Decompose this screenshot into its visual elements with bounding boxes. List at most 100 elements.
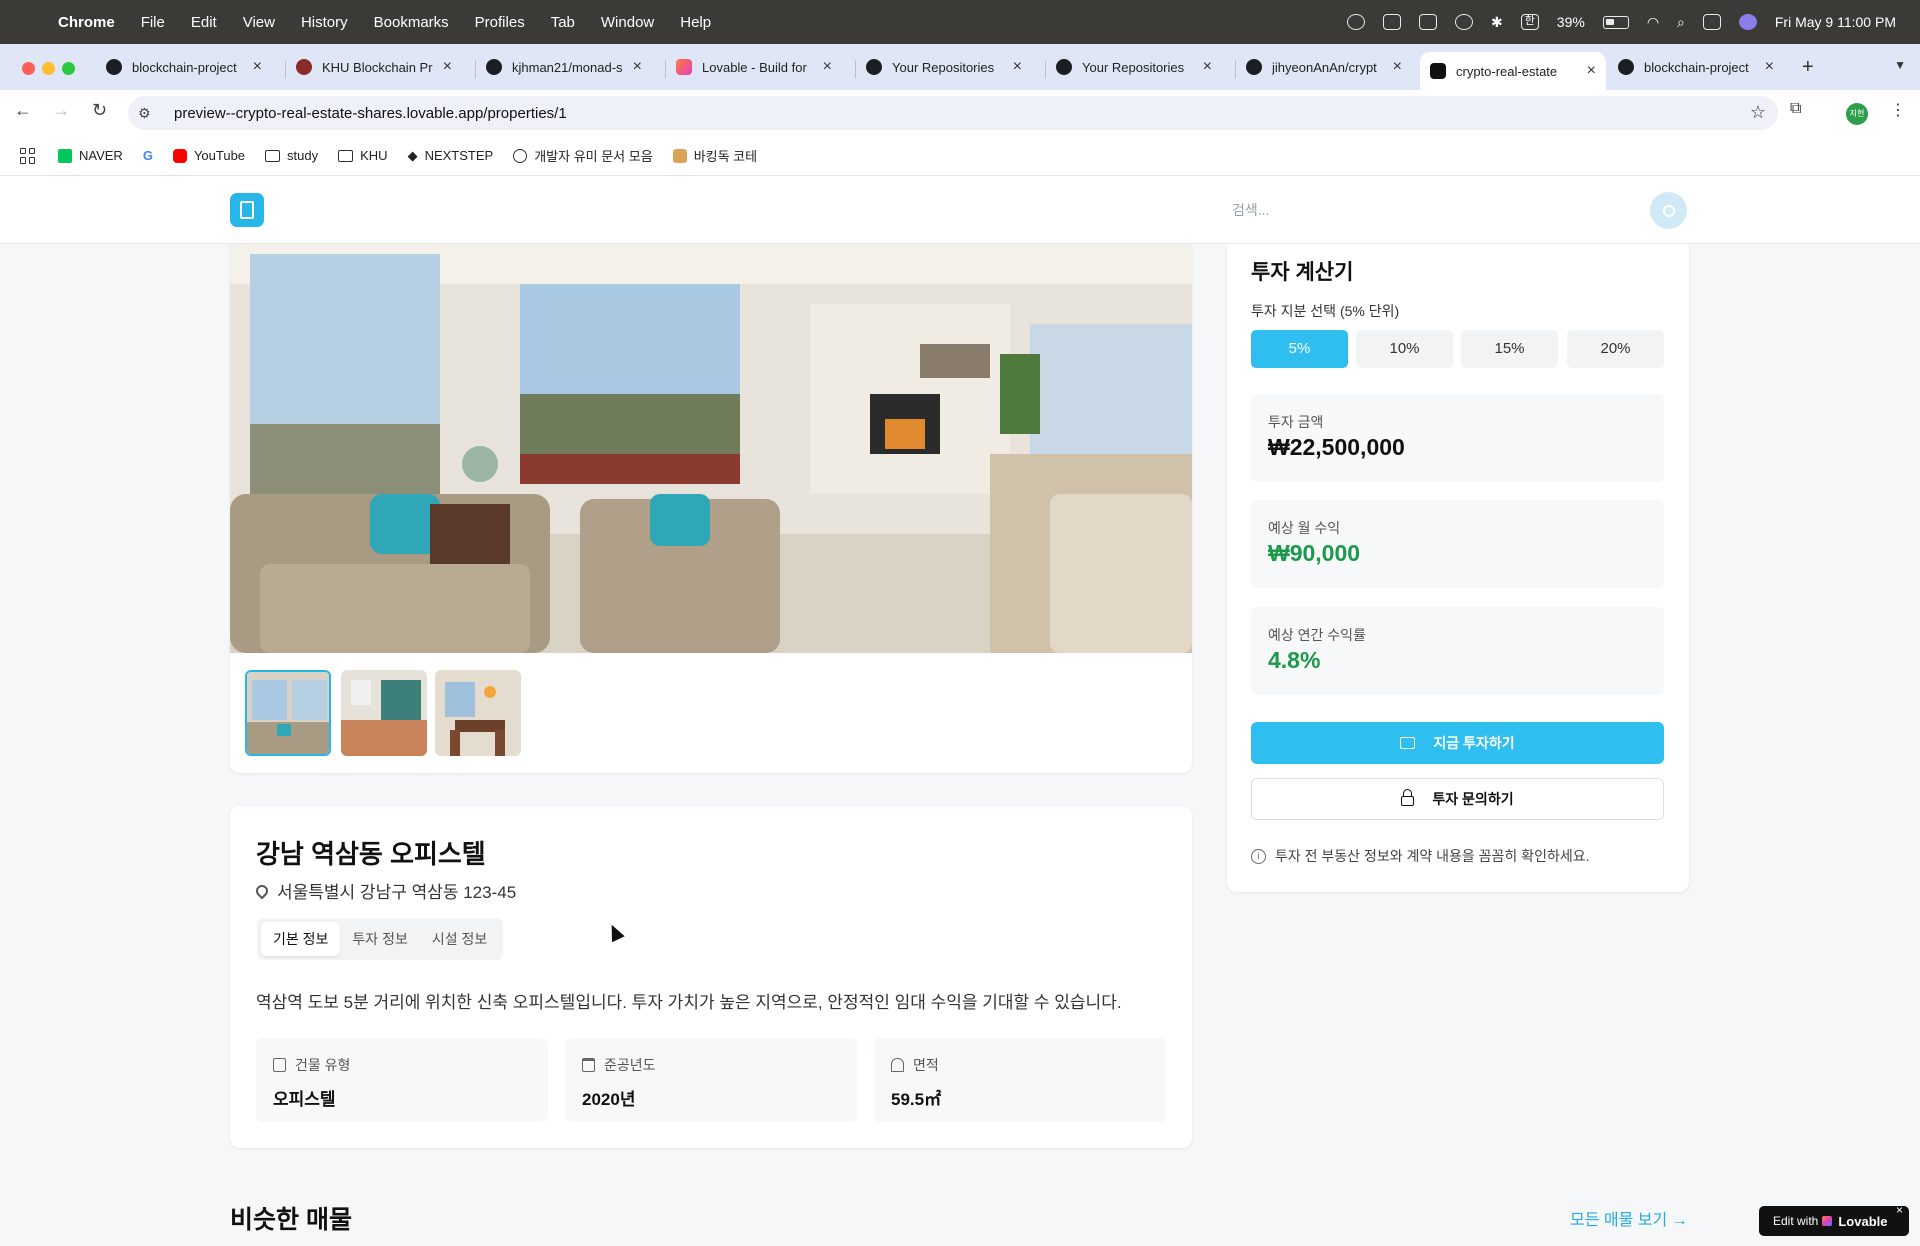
siri-icon[interactable]	[1738, 14, 1757, 30]
url-text[interactable]: preview--crypto-real-estate-shares.lovab…	[174, 105, 567, 122]
macos-menubar: Chrome File Edit View History Bookmarks …	[0, 0, 1920, 44]
control-center-icon[interactable]	[1702, 14, 1721, 30]
barkingdog-icon	[672, 148, 687, 163]
tab-investment-info[interactable]: 투자 정보	[340, 922, 419, 956]
naver-icon	[58, 148, 72, 163]
user-avatar[interactable]	[1650, 192, 1687, 229]
bookmark-naver[interactable]: NAVER	[58, 148, 123, 163]
site-settings-icon[interactable]: ⚙	[138, 105, 158, 122]
browser-tab[interactable]: Your Repositories ×	[856, 50, 1032, 84]
browser-tab[interactable]: kjhman21/monad-s ×	[476, 50, 652, 84]
apps-grid-icon[interactable]	[20, 147, 36, 164]
nextstep-icon: ◆	[407, 147, 418, 163]
wifi-icon[interactable]: ◠	[1647, 14, 1659, 31]
zoom-window-button[interactable]	[62, 62, 75, 75]
close-tab-icon[interactable]: ×	[633, 58, 642, 76]
browser-tab[interactable]: blockchain-project ×	[96, 50, 272, 84]
share-select-label: 투자 지분 선택 (5% 단위)	[1251, 303, 1400, 319]
close-tab-icon[interactable]: ×	[1765, 58, 1774, 76]
site-search-input[interactable]: 검색...	[1232, 200, 1269, 220]
close-badge-icon[interactable]: ×	[1896, 1203, 1903, 1217]
menu-window[interactable]: Window	[601, 14, 654, 31]
share-option-5[interactable]: 5%	[1251, 330, 1348, 368]
tab-search-icon[interactable]: ▼	[1894, 58, 1906, 72]
reload-icon[interactable]: ↻	[92, 100, 107, 121]
share-option-15[interactable]: 15%	[1461, 330, 1558, 368]
invest-now-label: 지금 투자하기	[1433, 735, 1515, 751]
play-icon[interactable]	[1455, 14, 1474, 30]
address-bar[interactable]: ⚙ preview--crypto-real-estate-shares.lov…	[128, 96, 1778, 130]
close-tab-icon[interactable]: ×	[1393, 58, 1402, 76]
close-tab-icon[interactable]: ×	[253, 58, 262, 76]
input-source-icon[interactable]: 한	[1520, 14, 1539, 30]
tab-title: kjhman21/monad-s	[512, 59, 623, 75]
lovable-logo-icon	[1822, 1216, 1833, 1226]
tab-facility-info[interactable]: 시설 정보	[420, 922, 499, 956]
badge-text: Edit with	[1773, 1214, 1819, 1228]
battery-icon[interactable]	[1602, 15, 1629, 29]
bluetooth-icon[interactable]: ✱	[1491, 14, 1503, 31]
investment-amount-value: ₩22,500,000	[1268, 434, 1405, 460]
thumbnail-2[interactable]	[341, 670, 427, 756]
bookmark-label: NEXTSTEP	[424, 148, 494, 163]
clock[interactable]: Fri May 9 11:00 PM	[1775, 14, 1896, 30]
github-icon	[1246, 59, 1262, 75]
browser-tab[interactable]: jihyeonAnAn/crypt ×	[1236, 50, 1412, 84]
share-option-20[interactable]: 20%	[1567, 330, 1664, 368]
screen-record-icon[interactable]	[1347, 14, 1366, 30]
more-menu-icon[interactable]: ⋮	[1890, 100, 1906, 120]
share-option-10[interactable]: 10%	[1356, 330, 1453, 368]
close-window-button[interactable]	[22, 62, 35, 75]
menu-profiles[interactable]: Profiles	[475, 14, 525, 31]
menu-app[interactable]: Chrome	[58, 14, 115, 31]
menu-tab[interactable]: Tab	[551, 14, 575, 31]
tab-basic-info[interactable]: 기본 정보	[261, 922, 341, 956]
minimize-window-button[interactable]	[42, 62, 55, 75]
keyboard-icon[interactable]	[1419, 14, 1438, 30]
close-tab-icon[interactable]: ×	[443, 58, 452, 76]
menu-bookmarks[interactable]: Bookmarks	[374, 14, 449, 31]
bookmark-google[interactable]: G	[143, 148, 153, 163]
thumbnail-image	[341, 670, 427, 756]
annual-yield-label: 예상 연간 수익률	[1268, 627, 1366, 643]
bookmark-youtube[interactable]: YouTube	[172, 148, 245, 163]
browser-tab[interactable]: Lovable - Build for ×	[666, 50, 842, 84]
hero-image[interactable]	[230, 244, 1192, 653]
menu-edit[interactable]: Edit	[191, 14, 217, 31]
edit-with-lovable-badge[interactable]: Edit with Lovable ×	[1759, 1203, 1909, 1236]
thumbnail-1-selected[interactable]	[245, 670, 331, 756]
browser-tab[interactable]: blockchain-project ×	[1608, 50, 1784, 84]
extensions-icon[interactable]: ⧉	[1790, 100, 1801, 118]
bookmark-folder-khu[interactable]: KHU	[338, 148, 388, 163]
browser-tab[interactable]: Your Repositories ×	[1046, 50, 1222, 84]
bookmark-star-icon[interactable]: ☆	[1750, 102, 1766, 123]
close-tab-icon[interactable]: ×	[1013, 58, 1022, 76]
map-pin-icon	[253, 882, 271, 899]
see-all-listings-link[interactable]: 모든 매물 보기 →	[1570, 1206, 1688, 1230]
menu-file[interactable]: File	[141, 14, 165, 31]
bookmark-nextstep[interactable]: ◆ NEXTSTEP	[408, 148, 494, 164]
close-tab-icon[interactable]: ×	[823, 58, 832, 76]
menu-view[interactable]: View	[243, 14, 275, 31]
browser-tab-active[interactable]: crypto-real-estate ×	[1420, 52, 1606, 90]
github-icon	[1618, 59, 1634, 75]
investment-inquiry-button[interactable]: 투자 문의하기	[1251, 778, 1664, 820]
profile-avatar[interactable]: 지현	[1846, 103, 1868, 125]
menu-help[interactable]: Help	[680, 14, 711, 31]
site-logo[interactable]	[230, 193, 264, 227]
invest-now-button[interactable]: 지금 투자하기	[1251, 722, 1664, 764]
bookmark-yumi-docs[interactable]: 개발자 유미 문서 모음	[513, 146, 653, 165]
browser-tab[interactable]: KHU Blockchain Pr ×	[286, 50, 462, 84]
back-icon[interactable]: ←	[14, 100, 32, 121]
spotlight-icon[interactable]: ⌕	[1677, 14, 1685, 31]
forward-icon[interactable]: →	[52, 100, 70, 121]
notion-icon[interactable]	[1383, 14, 1402, 30]
menu-history[interactable]: History	[301, 14, 348, 31]
browser-tabstrip: blockchain-project × KHU Blockchain Pr ×…	[0, 44, 1920, 90]
new-tab-button[interactable]: +	[1802, 56, 1814, 79]
bookmark-barkingdog[interactable]: 바킹독 코테	[672, 146, 757, 165]
bookmark-folder-study[interactable]: study	[265, 148, 318, 163]
thumbnail-3[interactable]	[435, 670, 521, 756]
close-tab-icon[interactable]: ×	[1587, 62, 1596, 80]
close-tab-icon[interactable]: ×	[1203, 58, 1212, 76]
